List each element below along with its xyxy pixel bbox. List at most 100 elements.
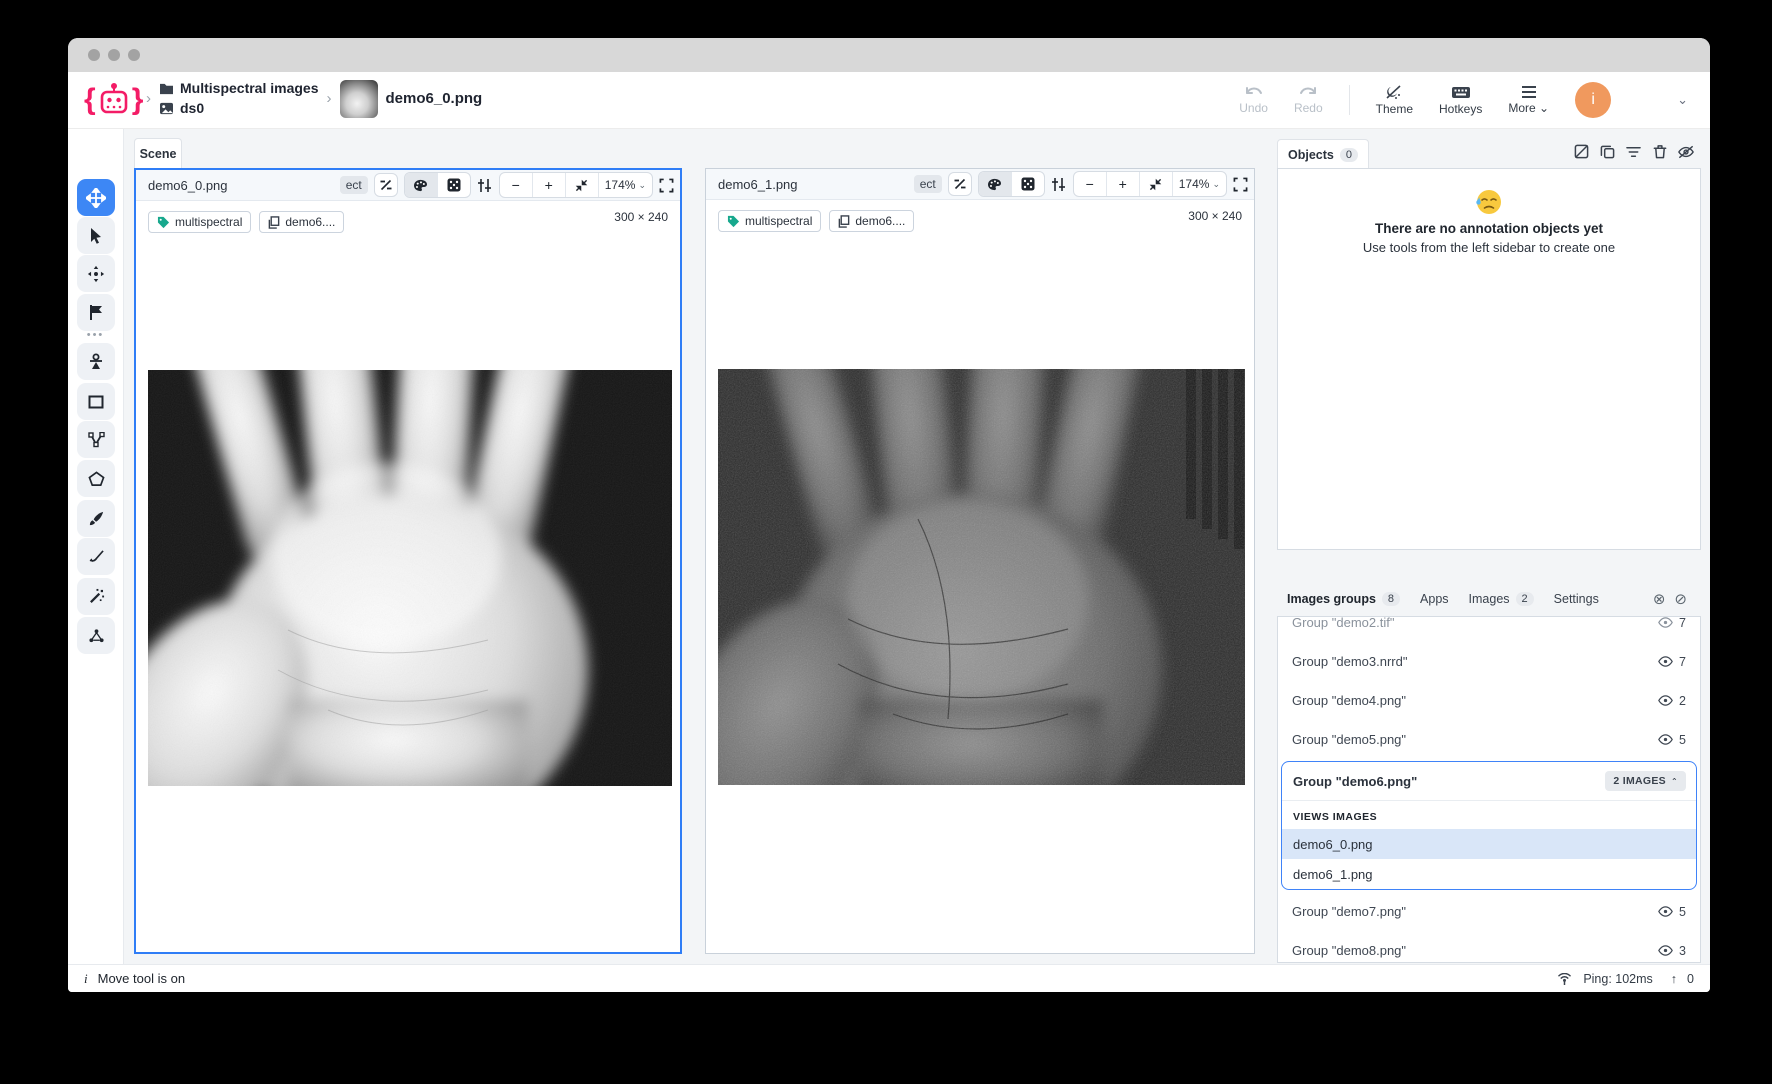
panel2-palette-button[interactable] [979, 172, 1012, 196]
theme-button[interactable]: Theme [1376, 84, 1413, 116]
objects-empty-hint: Use tools from the left sidebar to creat… [1363, 240, 1615, 255]
hide-shapes-icon[interactable] [1573, 143, 1590, 160]
views-images-label: VIEWS IMAGES [1282, 801, 1696, 829]
panel2-select-button[interactable]: ect [914, 175, 942, 193]
close-all-groups-icon[interactable]: ⊗ [1653, 590, 1666, 608]
panel1-zoom-out-button[interactable]: − [500, 173, 533, 197]
group-demo6-images-badge[interactable]: 2 IMAGES ⌃ [1605, 771, 1686, 791]
panel2-contrast-button[interactable] [948, 172, 972, 196]
menu-icon [1520, 85, 1538, 99]
upload-arrow-icon: ↑ [1671, 972, 1677, 986]
redo-button[interactable]: Redo [1294, 85, 1323, 115]
sad-face-emoji [1474, 187, 1504, 217]
pointer-tool[interactable] [77, 217, 115, 254]
pen-tool[interactable] [77, 538, 115, 575]
rectangle-tool[interactable] [77, 383, 115, 420]
panel1-fit-button[interactable] [566, 173, 599, 197]
copy-icon[interactable] [1599, 143, 1616, 160]
view-image-demo6_0[interactable]: demo6_0.png [1282, 829, 1696, 859]
objects-toolbar [1573, 143, 1694, 160]
trash-icon[interactable] [1651, 143, 1668, 160]
group-row-demo3[interactable]: Group "demo3.nrrd" 7 [1278, 642, 1700, 681]
panel2-fit-button[interactable] [1140, 172, 1173, 196]
filter-icon[interactable] [1625, 143, 1642, 160]
tab-settings[interactable]: Settings [1554, 592, 1599, 606]
header-collapse-chevron[interactable]: ⌄ [1677, 92, 1688, 108]
panel2-grid-button[interactable] [1012, 172, 1044, 196]
group-row-demo2[interactable]: Group "demo2.tif" 7 [1278, 616, 1700, 642]
group-row-demo6[interactable]: Group "demo6.png" 2 IMAGES ⌃ [1282, 762, 1696, 801]
fullscreen-icon [659, 178, 674, 193]
panel2-adjustments-button[interactable] [1051, 177, 1067, 192]
pan-tool[interactable] [77, 255, 115, 292]
groups-tabbar: Images groups 8 Apps Images 2 Settings ⊗… [1277, 584, 1701, 614]
group-row-demo4[interactable]: Group "demo4.png" 2 [1278, 681, 1700, 720]
panel2-image[interactable] [718, 369, 1245, 790]
graph-tool[interactable] [77, 617, 115, 654]
window-minimize-dot[interactable] [108, 49, 120, 61]
panel2-zoom-level[interactable]: 174%⌄ [1173, 172, 1226, 196]
breadcrumb-project[interactable]: Multispectral images [159, 79, 319, 98]
polygon-tool[interactable] [77, 460, 115, 497]
panel1-grid-button[interactable] [438, 173, 470, 197]
tab-images[interactable]: Images 2 [1469, 592, 1534, 606]
brush-tool[interactable] [77, 500, 115, 537]
panel2-tag-group[interactable]: demo6.... [829, 210, 914, 232]
hotkeys-button[interactable]: Hotkeys [1439, 85, 1482, 116]
tab-apps[interactable]: Apps [1420, 592, 1449, 606]
panel1-adjustments-button[interactable] [477, 178, 493, 193]
eye-icon [1658, 906, 1673, 917]
panel1-zoom-in-button[interactable]: + [533, 173, 566, 197]
screen: { } › Multispectral images ds0 [0, 0, 1772, 1084]
group-row-demo7[interactable]: Group "demo7.png" 5 [1278, 892, 1700, 931]
objects-empty-state: There are no annotation objects yet Use … [1278, 169, 1700, 255]
window-zoom-dot[interactable] [128, 49, 140, 61]
panel1-zoom-level[interactable]: 174%⌄ [599, 173, 652, 197]
hide-all-groups-icon[interactable]: ⊘ [1674, 590, 1687, 608]
panel1-image[interactable] [148, 370, 672, 791]
eye-icon [1658, 656, 1673, 667]
undo-button[interactable]: Undo [1239, 85, 1268, 115]
breadcrumb-dataset[interactable]: ds0 [159, 99, 319, 118]
app-logo[interactable]: { } [84, 80, 143, 120]
panel1-contrast-button[interactable] [374, 173, 398, 197]
objects-count-badge: 0 [1340, 148, 1358, 162]
tab-scene[interactable]: Scene [134, 138, 182, 169]
breadcrumb: › Multispectral images ds0 › demo6_0.png [146, 79, 482, 118]
panel1-fullscreen-button[interactable] [659, 178, 674, 193]
images-badge: 2 [1516, 592, 1534, 606]
panel1-tag-multispectral[interactable]: multispectral [148, 211, 251, 233]
more-button[interactable]: More ⌄ [1508, 85, 1549, 115]
eye-icon [1658, 617, 1673, 628]
ping-value: Ping: 102ms [1583, 972, 1652, 986]
group-row-demo8[interactable]: Group "demo8.png" 3 [1278, 931, 1700, 963]
polyline-tool[interactable] [77, 421, 115, 458]
fit-screen-icon [575, 179, 588, 192]
eye-off-icon[interactable] [1677, 143, 1694, 160]
group-row-demo5[interactable]: Group "demo5.png" 5 [1278, 720, 1700, 759]
chevron-right-icon: › [327, 90, 332, 107]
contrast-icon [379, 178, 393, 192]
user-avatar[interactable]: i [1575, 82, 1611, 118]
panel1-palette-button[interactable] [405, 173, 438, 197]
window-close-dot[interactable] [88, 49, 100, 61]
image-panel-demo6_1: demo6_1.png ect − [705, 168, 1255, 954]
move-tool[interactable] [77, 179, 115, 216]
panel2-fullscreen-button[interactable] [1233, 177, 1248, 192]
panel2-tag-multispectral[interactable]: multispectral [718, 210, 821, 232]
objects-panel: There are no annotation objects yet Use … [1277, 168, 1701, 550]
panel2-zoom-out-button[interactable]: − [1074, 172, 1107, 196]
tag-icon [727, 215, 740, 228]
tab-images-groups[interactable]: Images groups 8 [1287, 592, 1400, 606]
eye-icon [1658, 695, 1673, 706]
main-area: ••• [68, 129, 1710, 964]
tab-objects[interactable]: Objects 0 [1277, 139, 1369, 169]
smart-tool[interactable] [77, 578, 115, 615]
point-tool[interactable] [77, 343, 115, 380]
panel2-zoom-in-button[interactable]: + [1107, 172, 1140, 196]
panel1-select-button[interactable]: ect [340, 176, 368, 194]
view-image-demo6_1[interactable]: demo6_1.png [1282, 859, 1696, 889]
panel1-tag-group[interactable]: demo6.... [259, 211, 344, 233]
flag-tool[interactable] [77, 294, 115, 331]
file-thumbnail[interactable] [340, 80, 378, 118]
